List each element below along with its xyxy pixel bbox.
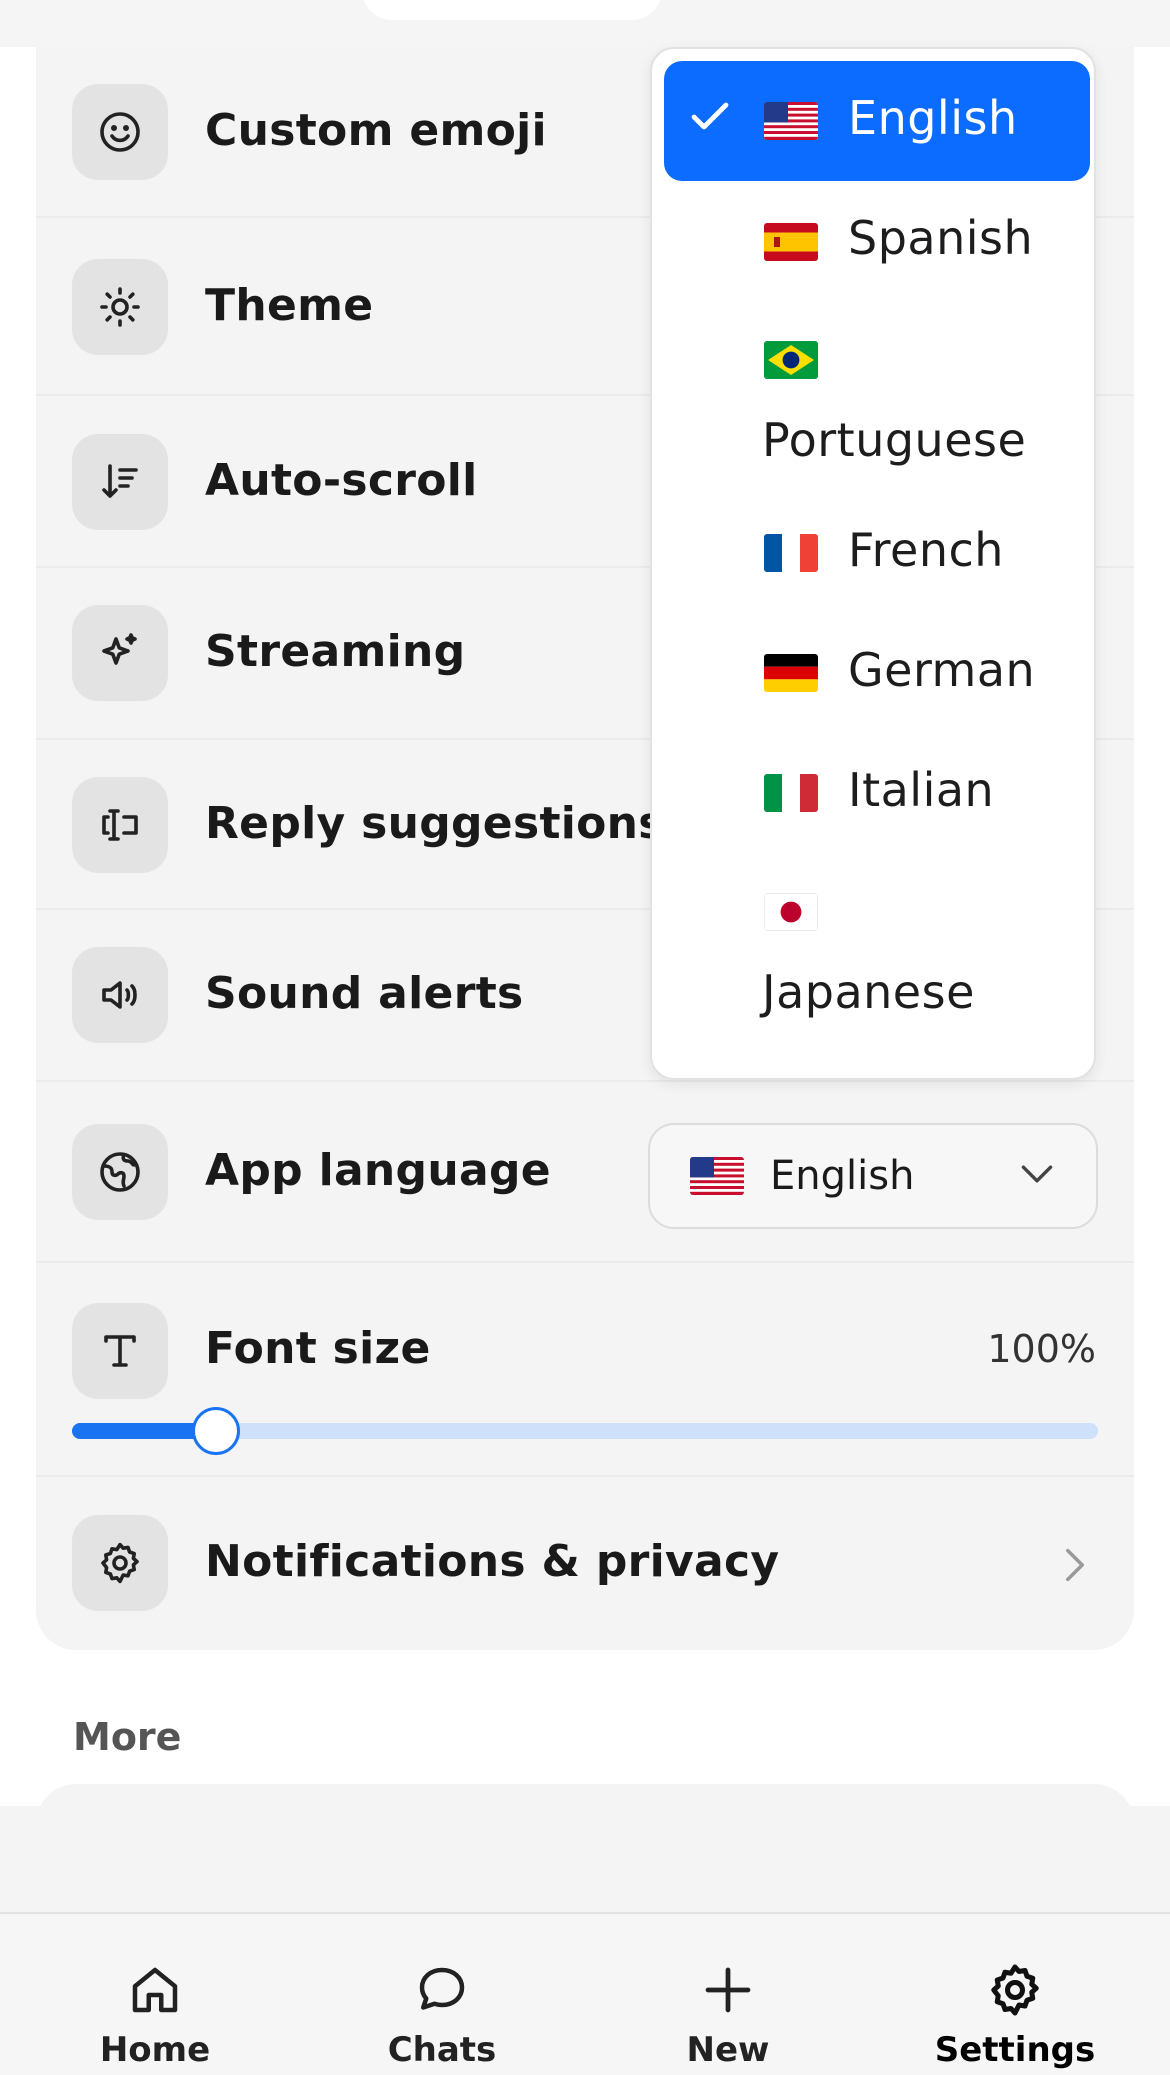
language-option-label: French bbox=[848, 523, 1004, 577]
tab-chats-label: Chats bbox=[387, 2030, 497, 2070]
chat-bubble-icon bbox=[419, 1967, 465, 2010]
auto-scroll-label: Auto-scroll bbox=[205, 455, 478, 506]
notifications-privacy-label: Notifications & privacy bbox=[205, 1536, 780, 1587]
more-section-label: More bbox=[73, 1715, 182, 1759]
settings-row-notifications-privacy[interactable]: Notifications & privacy bbox=[36, 1477, 1134, 1650]
language-option-label: Portuguese bbox=[762, 413, 1027, 467]
gear-icon bbox=[991, 1964, 1039, 2016]
language-select[interactable]: English bbox=[648, 1123, 1098, 1229]
more-card bbox=[36, 1784, 1134, 1864]
sort-down-icon bbox=[72, 434, 168, 530]
germany-flag-icon bbox=[764, 654, 818, 692]
checkmark-icon bbox=[690, 101, 730, 137]
tab-settings-label: Settings bbox=[934, 2030, 1096, 2070]
font-size-slider-thumb[interactable] bbox=[192, 1407, 240, 1455]
sun-icon bbox=[72, 259, 168, 355]
tab-bar: Home Chats New Settings bbox=[0, 1912, 1170, 2075]
settings-row-font-size: Font size 100% bbox=[36, 1263, 1134, 1477]
language-select-value: English bbox=[770, 1153, 915, 1199]
language-dropdown: English Spanish Portuguese French German… bbox=[650, 47, 1096, 1080]
text-cursor-icon bbox=[72, 777, 168, 873]
speaker-icon bbox=[72, 947, 168, 1043]
tab-settings[interactable]: Settings bbox=[869, 1914, 1161, 2075]
language-option-label: Spanish bbox=[848, 211, 1034, 265]
language-option-label: Japanese bbox=[762, 965, 975, 1019]
language-option-japanese[interactable]: Japanese bbox=[664, 853, 1090, 1053]
language-option-italian[interactable]: Italian bbox=[664, 733, 1090, 853]
type-icon bbox=[72, 1303, 168, 1399]
plus-icon bbox=[705, 1967, 751, 2013]
italy-flag-icon bbox=[764, 774, 818, 812]
brazil-flag-icon bbox=[764, 341, 818, 379]
smiley-icon bbox=[72, 84, 168, 180]
globe-icon bbox=[72, 1124, 168, 1220]
tab-chats[interactable]: Chats bbox=[296, 1914, 588, 2075]
tab-home-label: Home bbox=[99, 2030, 211, 2070]
language-option-portuguese[interactable]: Portuguese bbox=[664, 301, 1090, 493]
custom-emoji-label: Custom emoji bbox=[205, 105, 547, 156]
tab-new-label: New bbox=[686, 2030, 770, 2070]
header-pill bbox=[362, 0, 662, 20]
chevron-right-icon bbox=[1064, 1547, 1086, 1587]
tab-home[interactable]: Home bbox=[9, 1914, 301, 2075]
language-option-german[interactable]: German bbox=[664, 613, 1090, 733]
gear-icon bbox=[72, 1515, 168, 1611]
font-size-label: Font size bbox=[205, 1323, 431, 1374]
language-option-label: German bbox=[848, 643, 1036, 697]
top-header-strip bbox=[0, 0, 1170, 47]
home-icon bbox=[132, 1967, 178, 2013]
us-flag-icon bbox=[690, 1157, 744, 1195]
language-option-label: Italian bbox=[848, 763, 995, 817]
font-size-slider[interactable] bbox=[72, 1407, 1098, 1455]
japan-flag-icon bbox=[764, 893, 818, 931]
language-option-french[interactable]: French bbox=[664, 493, 1090, 613]
app-language-label: App language bbox=[205, 1145, 551, 1196]
spain-flag-icon bbox=[764, 223, 818, 261]
theme-label: Theme bbox=[205, 280, 374, 331]
language-option-spanish[interactable]: Spanish bbox=[664, 181, 1090, 301]
language-option-label: English bbox=[848, 91, 1018, 145]
font-size-value: 100% bbox=[987, 1327, 1096, 1371]
sound-alerts-label: Sound alerts bbox=[205, 968, 524, 1019]
language-option-english[interactable]: English bbox=[664, 61, 1090, 181]
streaming-label: Streaming bbox=[205, 626, 466, 677]
reply-suggestions-label: Reply suggestions bbox=[205, 798, 665, 849]
us-flag-icon bbox=[764, 102, 818, 140]
sparkle-icon bbox=[72, 605, 168, 701]
tab-new[interactable]: New bbox=[582, 1914, 874, 2075]
chevron-down-icon bbox=[1020, 1163, 1054, 1189]
france-flag-icon bbox=[764, 534, 818, 572]
